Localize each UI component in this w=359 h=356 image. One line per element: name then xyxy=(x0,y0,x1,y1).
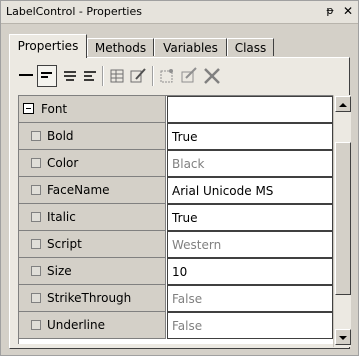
edit-item-icon[interactable] xyxy=(179,65,199,87)
property-group-row[interactable]: Font xyxy=(19,96,333,123)
align-center-icon[interactable] xyxy=(60,65,80,87)
scrollbar-thumb[interactable] xyxy=(335,142,351,295)
property-value-field[interactable]: Western xyxy=(167,231,333,258)
scroll-down-button[interactable] xyxy=(335,329,351,345)
property-row[interactable]: Underline False xyxy=(19,312,333,339)
property-name: Color xyxy=(47,156,79,170)
toolbar xyxy=(16,62,346,92)
new-item-icon[interactable] xyxy=(157,65,177,87)
vertical-scrollbar[interactable] xyxy=(333,95,351,347)
property-icon xyxy=(31,185,41,195)
property-value-field[interactable]: True xyxy=(167,204,333,231)
property-row[interactable]: FaceName Arial Unicode MS xyxy=(19,177,333,204)
property-row[interactable]: Color Black xyxy=(19,150,333,177)
properties-grid-icon[interactable] xyxy=(107,65,127,87)
property-icon xyxy=(31,212,41,222)
delete-icon[interactable] xyxy=(201,65,223,87)
property-icon xyxy=(31,320,41,330)
properties-edit-icon[interactable] xyxy=(128,65,148,87)
property-value-field[interactable]: False xyxy=(167,285,333,312)
property-row[interactable]: Bold True xyxy=(19,123,333,150)
scroll-up-button[interactable] xyxy=(335,96,351,112)
tab-methods[interactable]: Methods xyxy=(87,38,154,56)
property-group-value xyxy=(167,96,333,123)
pin-icon[interactable]: ᵽ xyxy=(323,3,337,19)
property-name: StrikeThrough xyxy=(47,291,132,305)
property-value-field[interactable]: 10 xyxy=(167,258,333,285)
property-name: Italic xyxy=(47,210,76,224)
property-row[interactable]: StrikeThrough False xyxy=(19,285,333,312)
title-bar[interactable]: LabelControl - Properties ᵽ ✕ xyxy=(1,1,358,24)
property-grid: Font Bold True Color Black FaceName Aria… xyxy=(18,95,333,344)
property-row[interactable]: Script Western xyxy=(19,231,333,258)
close-icon[interactable]: ✕ xyxy=(341,3,355,19)
tab-properties[interactable]: Properties xyxy=(9,34,87,58)
property-name: Bold xyxy=(47,129,74,143)
line-icon[interactable] xyxy=(16,65,36,87)
property-icon xyxy=(31,131,41,141)
property-group-name: Font xyxy=(41,102,68,116)
property-icon xyxy=(31,266,41,276)
property-icon xyxy=(31,239,41,249)
property-row[interactable]: Size 10 xyxy=(19,258,333,285)
property-value-field[interactable]: Black xyxy=(167,150,333,177)
property-name: Size xyxy=(47,264,72,278)
arrow-down-icon xyxy=(339,336,347,340)
property-value-field[interactable]: False xyxy=(167,312,333,339)
property-icon xyxy=(31,158,41,168)
property-row[interactable]: Italic True xyxy=(19,204,333,231)
align-left-icon[interactable] xyxy=(37,65,57,87)
property-name: Script xyxy=(47,237,82,251)
tab-class[interactable]: Class xyxy=(227,38,274,56)
window-title: LabelControl - Properties xyxy=(6,5,142,18)
align-right-icon[interactable] xyxy=(80,65,100,87)
property-icon xyxy=(31,293,41,303)
property-value-field[interactable]: Arial Unicode MS xyxy=(167,177,333,204)
collapse-icon[interactable] xyxy=(23,103,34,114)
tab-variables[interactable]: Variables xyxy=(154,38,227,56)
property-name: Underline xyxy=(47,318,105,332)
property-name: FaceName xyxy=(47,183,110,197)
arrow-up-icon xyxy=(339,103,347,107)
property-value-field[interactable]: True xyxy=(167,123,333,150)
